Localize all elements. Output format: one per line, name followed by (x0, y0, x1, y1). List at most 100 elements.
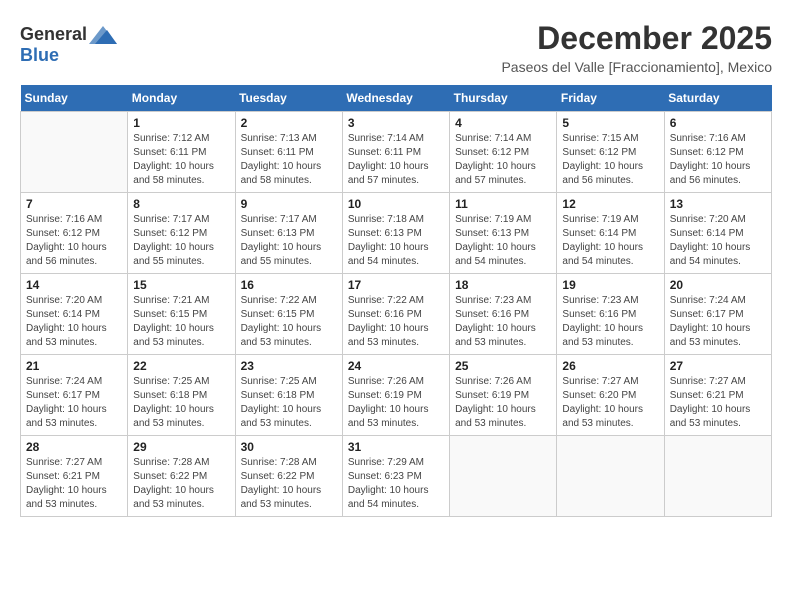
daylight-text: Daylight: 10 hours and 54 minutes. (455, 241, 551, 269)
sunrise-text: Sunrise: 7:26 AM (348, 375, 444, 389)
sunset-text: Sunset: 6:13 PM (455, 227, 551, 241)
daylight-text: Daylight: 10 hours and 53 minutes. (562, 403, 658, 431)
daylight-text: Daylight: 10 hours and 54 minutes. (562, 241, 658, 269)
sunset-text: Sunset: 6:20 PM (562, 389, 658, 403)
day-number: 6 (670, 116, 766, 130)
sunrise-text: Sunrise: 7:20 AM (26, 294, 122, 308)
day-number: 8 (133, 197, 229, 211)
sunset-text: Sunset: 6:17 PM (670, 308, 766, 322)
sunrise-text: Sunrise: 7:14 AM (455, 132, 551, 146)
day-number: 11 (455, 197, 551, 211)
weekday-header-thursday: Thursday (450, 85, 557, 112)
sunrise-text: Sunrise: 7:24 AM (670, 294, 766, 308)
sunrise-text: Sunrise: 7:19 AM (562, 213, 658, 227)
day-number: 1 (133, 116, 229, 130)
day-cell-15: 15 Sunrise: 7:21 AMSunset: 6:15 PMDayligh… (128, 274, 235, 355)
daylight-text: Daylight: 10 hours and 53 minutes. (133, 484, 229, 512)
sunset-text: Sunset: 6:16 PM (455, 308, 551, 322)
empty-cell (450, 436, 557, 517)
day-number: 29 (133, 440, 229, 454)
sunrise-text: Sunrise: 7:28 AM (241, 456, 337, 470)
day-number: 2 (241, 116, 337, 130)
day-info: Sunrise: 7:25 AMSunset: 6:18 PMDaylight:… (133, 375, 229, 431)
day-cell-27: 27Sunrise: 7:27 AMSunset: 6:21 PMDayligh… (664, 355, 771, 436)
sunset-text: Sunset: 6:16 PM (562, 308, 658, 322)
day-info: Sunrise: 7:27 AMSunset: 6:21 PMDaylight:… (670, 375, 766, 431)
sunrise-text: Sunrise: 7:25 AM (133, 375, 229, 389)
daylight-text: Daylight: 10 hours and 53 minutes. (26, 403, 122, 431)
day-cell-31: 31Sunrise: 7:29 AMSunset: 6:23 PMDayligh… (342, 436, 449, 517)
daylight-text: Daylight: 10 hours and 53 minutes. (26, 322, 122, 350)
day-info: Sunrise: 7:14 AMSunset: 6:11 PMDaylight:… (348, 132, 444, 188)
day-info: Sunrise: 7:23 AMSunset: 6:16 PMDaylight:… (455, 294, 551, 350)
sunrise-text: Sunrise: 7:12 AM (133, 132, 229, 146)
day-number: 25 (455, 359, 551, 373)
day-number: 21 (26, 359, 122, 373)
day-info: Sunrise: 7:17 AMSunset: 6:13 PMDaylight:… (241, 213, 337, 269)
day-info: Sunrise: 7:25 AMSunset: 6:18 PMDaylight:… (241, 375, 337, 431)
sunset-text: Sunset: 6:22 PM (133, 470, 229, 484)
daylight-text: Daylight: 10 hours and 55 minutes. (241, 241, 337, 269)
day-info: Sunrise: 7:16 AMSunset: 6:12 PMDaylight:… (670, 132, 766, 188)
week-row-4: 21 Sunrise: 7:24 AMSunset: 6:17 PMDayligh… (21, 355, 772, 436)
day-info: Sunrise: 7:12 AMSunset: 6:11 PMDaylight:… (133, 132, 229, 188)
sunrise-text: Sunrise: 7:18 AM (348, 213, 444, 227)
day-number: 18 (455, 278, 551, 292)
sunset-text: Sunset: 6:13 PM (348, 227, 444, 241)
day-cell-16: 16Sunrise: 7:22 AMSunset: 6:15 PMDayligh… (235, 274, 342, 355)
day-cell-29: 29Sunrise: 7:28 AMSunset: 6:22 PMDayligh… (128, 436, 235, 517)
day-info: Sunrise: 7:23 AMSunset: 6:16 PMDaylight:… (562, 294, 658, 350)
day-number: 3 (348, 116, 444, 130)
daylight-text: Daylight: 10 hours and 54 minutes. (348, 241, 444, 269)
day-cell-6: 6 Sunrise: 7:16 AMSunset: 6:12 PMDaylight… (664, 112, 771, 193)
day-cell-28: 28Sunrise: 7:27 AMSunset: 6:21 PMDayligh… (21, 436, 128, 517)
sunrise-text: Sunrise: 7:27 AM (562, 375, 658, 389)
sunrise-text: Sunrise: 7:26 AM (455, 375, 551, 389)
sunset-text: Sunset: 6:22 PM (241, 470, 337, 484)
day-number: 28 (26, 440, 122, 454)
sunset-text: Sunset: 6:12 PM (455, 146, 551, 160)
day-info: Sunrise: 7:21 AMSunset: 6:15 PMDaylight:… (133, 294, 229, 350)
day-info: Sunrise: 7:24 AMSunset: 6:17 PMDaylight:… (26, 375, 122, 431)
logo: General Blue (20, 24, 117, 66)
daylight-text: Daylight: 10 hours and 54 minutes. (348, 484, 444, 512)
sunrise-text: Sunrise: 7:27 AM (26, 456, 122, 470)
sunset-text: Sunset: 6:11 PM (241, 146, 337, 160)
day-number: 15 (133, 278, 229, 292)
day-number: 23 (241, 359, 337, 373)
day-number: 9 (241, 197, 337, 211)
weekday-header-tuesday: Tuesday (235, 85, 342, 112)
sunrise-text: Sunrise: 7:20 AM (670, 213, 766, 227)
day-cell-24: 24Sunrise: 7:26 AMSunset: 6:19 PMDayligh… (342, 355, 449, 436)
sunrise-text: Sunrise: 7:21 AM (133, 294, 229, 308)
day-info: Sunrise: 7:18 AMSunset: 6:13 PMDaylight:… (348, 213, 444, 269)
day-cell-8: 8 Sunrise: 7:17 AMSunset: 6:12 PMDaylight… (128, 193, 235, 274)
day-info: Sunrise: 7:26 AMSunset: 6:19 PMDaylight:… (455, 375, 551, 431)
day-number: 10 (348, 197, 444, 211)
day-cell-12: 12Sunrise: 7:19 AMSunset: 6:14 PMDayligh… (557, 193, 664, 274)
day-number: 24 (348, 359, 444, 373)
sunrise-text: Sunrise: 7:24 AM (26, 375, 122, 389)
sunrise-text: Sunrise: 7:27 AM (670, 375, 766, 389)
day-number: 4 (455, 116, 551, 130)
sunset-text: Sunset: 6:13 PM (241, 227, 337, 241)
calendar-title: December 2025 (501, 20, 772, 57)
day-cell-19: 19Sunrise: 7:23 AMSunset: 6:16 PMDayligh… (557, 274, 664, 355)
sunset-text: Sunset: 6:21 PM (670, 389, 766, 403)
day-cell-21: 21 Sunrise: 7:24 AMSunset: 6:17 PMDayligh… (21, 355, 128, 436)
day-info: Sunrise: 7:17 AMSunset: 6:12 PMDaylight:… (133, 213, 229, 269)
day-cell-2: 2Sunrise: 7:13 AMSunset: 6:11 PMDaylight… (235, 112, 342, 193)
day-info: Sunrise: 7:15 AMSunset: 6:12 PMDaylight:… (562, 132, 658, 188)
day-info: Sunrise: 7:19 AMSunset: 6:13 PMDaylight:… (455, 213, 551, 269)
empty-cell (557, 436, 664, 517)
day-cell-23: 23 Sunrise: 7:25 AMSunset: 6:18 PMDayligh… (235, 355, 342, 436)
sunrise-text: Sunrise: 7:22 AM (241, 294, 337, 308)
sunset-text: Sunset: 6:18 PM (241, 389, 337, 403)
daylight-text: Daylight: 10 hours and 55 minutes. (133, 241, 229, 269)
day-cell-9: 9 Sunrise: 7:17 AMSunset: 6:13 PMDaylight… (235, 193, 342, 274)
weekday-header-sunday: Sunday (21, 85, 128, 112)
daylight-text: Daylight: 10 hours and 56 minutes. (670, 160, 766, 188)
sunrise-text: Sunrise: 7:22 AM (348, 294, 444, 308)
week-row-3: 14Sunrise: 7:20 AMSunset: 6:14 PMDayligh… (21, 274, 772, 355)
sunrise-text: Sunrise: 7:14 AM (348, 132, 444, 146)
